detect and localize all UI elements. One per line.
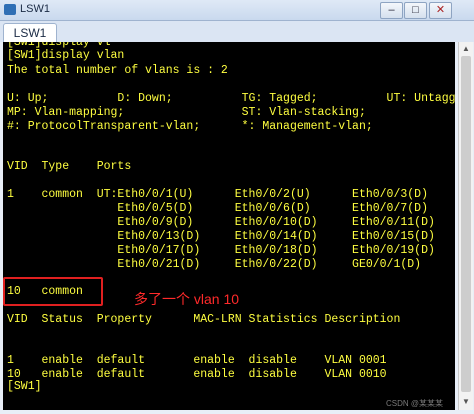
console-line: Eth0/0/5(D) Eth0/0/6(D) Eth0/0/7(D): [7, 202, 428, 215]
console-line: U: Up; D: Down; TG: Tagged; UT: Untagged…: [7, 92, 455, 105]
console-line: VID Type Ports: [7, 160, 132, 173]
console-line: MP: Vlan-mapping; ST: Vlan-stacking;: [7, 106, 366, 119]
tab-strip: LSW1: [0, 21, 474, 43]
console-line: VID Status Property MAC-LRN Statistics D…: [7, 313, 401, 326]
close-button[interactable]: ✕: [429, 2, 452, 19]
scroll-thumb[interactable]: [461, 56, 471, 392]
console-line: 1 common UT:Eth0/0/1(U) Eth0/0/2(U) Eth0…: [7, 188, 428, 201]
window-title: LSW1: [20, 3, 50, 15]
scroll-down-icon[interactable]: ▼: [461, 397, 471, 407]
console-line: Eth0/0/9(D) Eth0/0/10(D) Eth0/0/11(D): [7, 216, 435, 229]
annotation-label: 多了一个 vlan 10: [134, 291, 240, 307]
console-line: Eth0/0/17(D) Eth0/0/18(D) Eth0/0/19(D): [7, 244, 435, 257]
scroll-up-icon[interactable]: ▲: [461, 44, 471, 54]
console-line: Eth0/0/21(D) Eth0/0/22(D) GE0/0/1(D): [7, 258, 422, 271]
title-bar: LSW1 – □ ✕: [0, 0, 474, 21]
console-line: 1 enable default enable disable VLAN 000…: [7, 354, 387, 367]
vlan10-highlight-box: [3, 277, 103, 306]
console-line: Eth0/0/13(D) Eth0/0/14(D) Eth0/0/15(D): [7, 230, 435, 243]
vertical-scrollbar[interactable]: ▲ ▼: [458, 42, 473, 410]
console-line: The total number of vlans is : 2: [7, 64, 228, 77]
console-line: 10 enable default enable disable VLAN 00…: [7, 368, 387, 381]
maximize-button[interactable]: □: [404, 2, 427, 19]
minimize-button[interactable]: –: [380, 2, 403, 19]
terminal-console[interactable]: [SW1]display vl [SW1]display vlan The to…: [3, 42, 455, 410]
tab-lsw1[interactable]: LSW1: [3, 23, 57, 43]
console-line: [SW1]: [7, 380, 42, 393]
console-line: [SW1]display vlan: [7, 49, 125, 62]
app-icon: [4, 4, 16, 15]
watermark: CSDN @某某某: [386, 399, 444, 408]
console-line: #: ProtocolTransparent-vlan; *: Manageme…: [7, 120, 373, 133]
